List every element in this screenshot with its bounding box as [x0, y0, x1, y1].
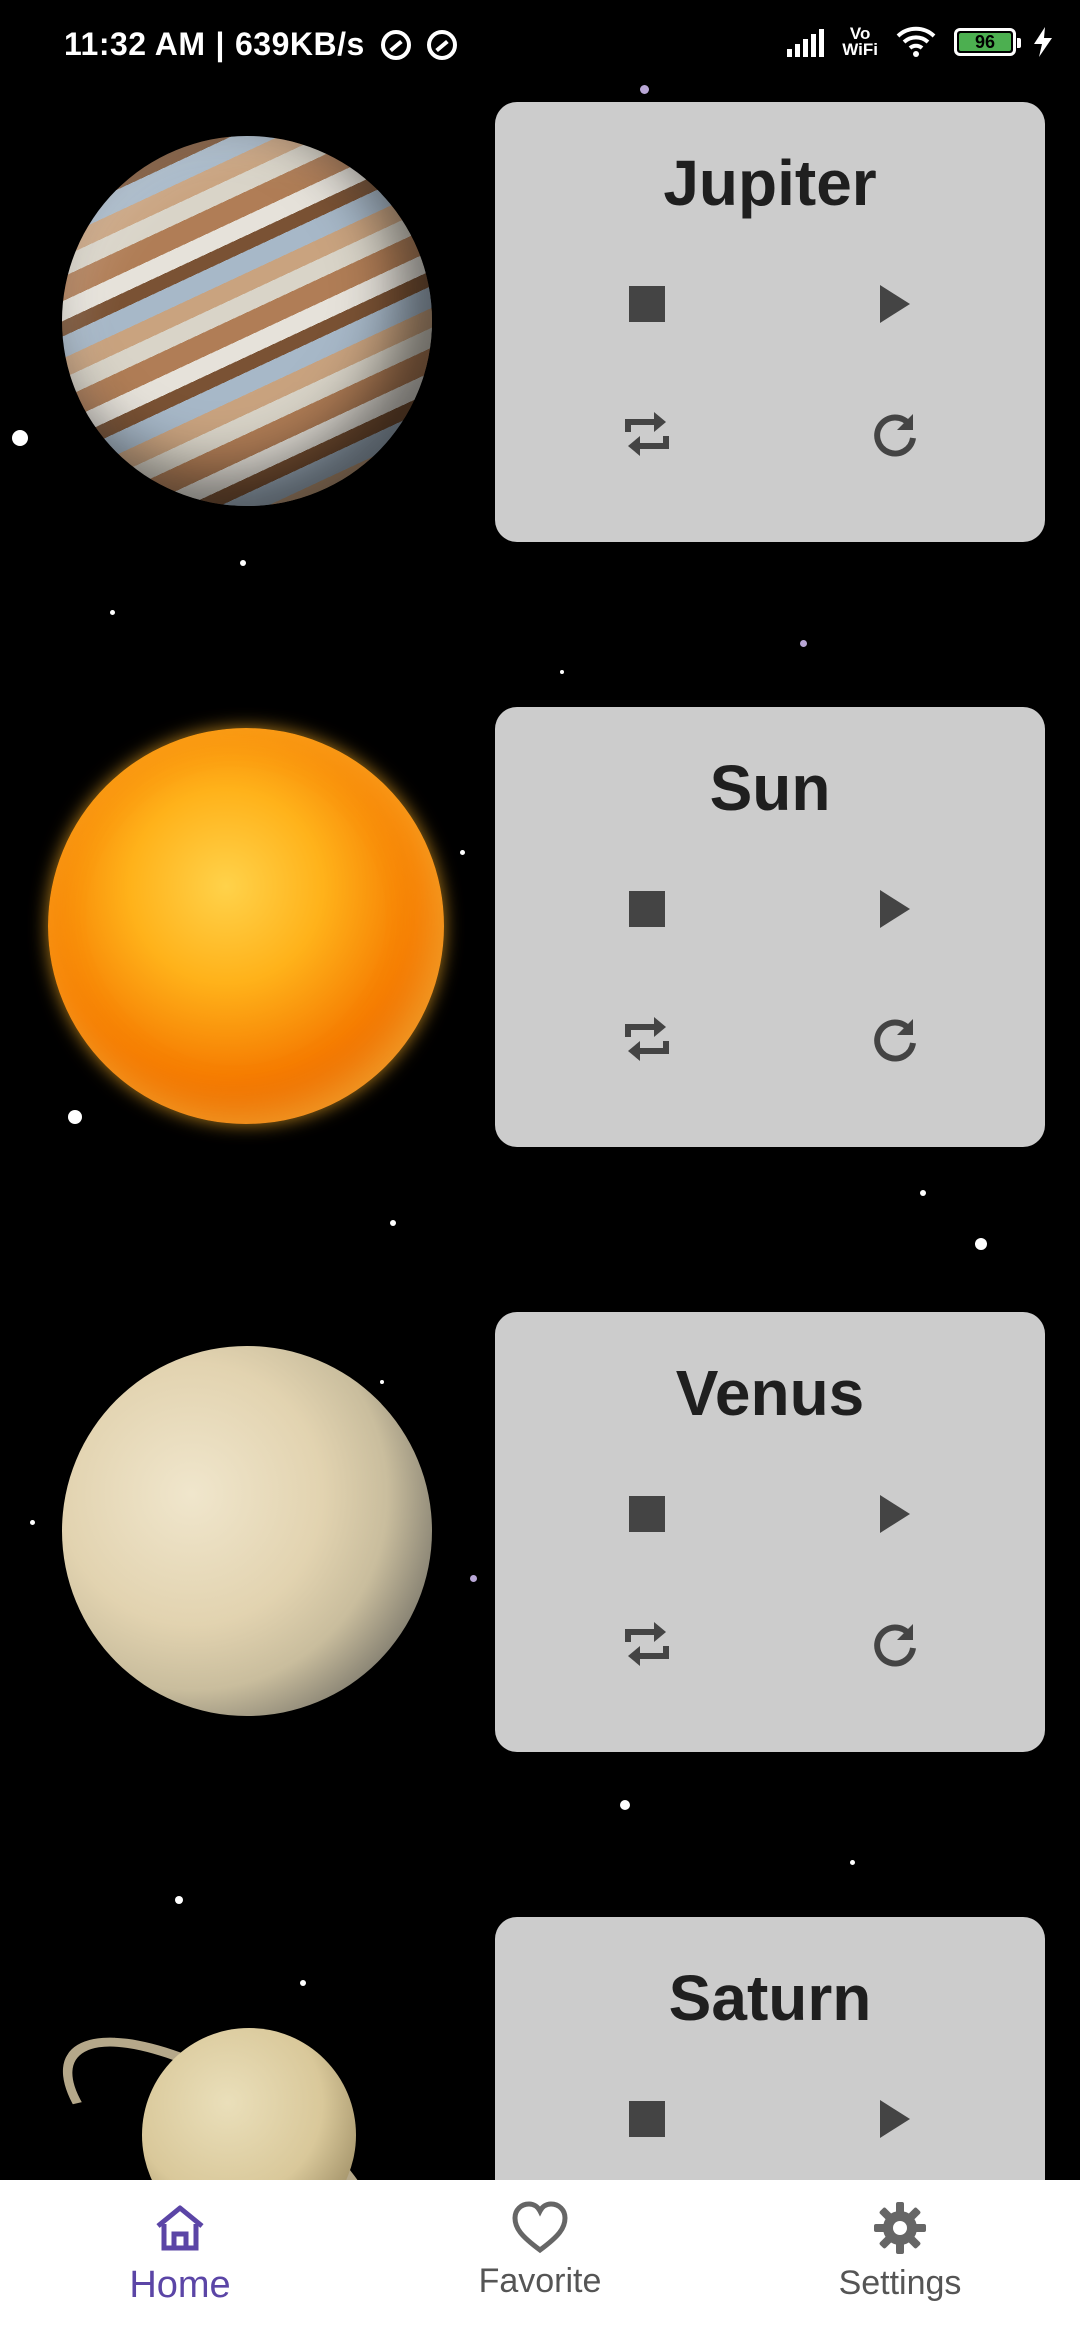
- stop-button[interactable]: [607, 264, 687, 344]
- charging-icon: [1034, 27, 1052, 57]
- planet-title: Jupiter: [663, 147, 877, 219]
- star: [460, 850, 465, 855]
- star: [850, 1860, 855, 1865]
- repeat-icon: [625, 412, 669, 456]
- play-icon: [880, 285, 910, 323]
- vowifi-icon: Vo WiFi: [842, 24, 878, 59]
- nav-settings-label: Settings: [838, 2264, 962, 2302]
- stop-icon: [629, 891, 665, 927]
- planet-card-saturn: Saturn: [495, 1917, 1045, 2180]
- star: [300, 1980, 306, 1986]
- star: [390, 1220, 396, 1226]
- star: [560, 670, 564, 674]
- nav-favorite-label: Favorite: [478, 2262, 602, 2300]
- jupiter-image: [62, 136, 432, 506]
- repeat-button[interactable]: [607, 1604, 687, 1684]
- heart-icon: [512, 2201, 568, 2254]
- star: [68, 1110, 82, 1124]
- replay-icon: [874, 414, 916, 457]
- planet-list[interactable]: Jupiter Sun Venus Saturn: [0, 80, 1080, 2180]
- star: [30, 1520, 35, 1525]
- status-right: Vo WiFi 96: [787, 24, 1052, 59]
- status-left: 11:32 AM | 639KB/s: [64, 26, 457, 63]
- planet-title: Saturn: [668, 1962, 872, 2034]
- planet-card-venus: Venus: [495, 1312, 1045, 1752]
- replay-button[interactable]: [855, 394, 935, 474]
- planet-title: Venus: [675, 1357, 865, 1429]
- star: [620, 1800, 630, 1810]
- star: [920, 1190, 926, 1196]
- repeat-icon: [625, 1622, 669, 1666]
- replay-button[interactable]: [855, 999, 935, 1079]
- replay-icon: [874, 1624, 916, 1667]
- notification-icon-2: [426, 29, 457, 60]
- planet-title: Sun: [709, 752, 831, 824]
- planet-card-sun: Sun: [495, 707, 1045, 1147]
- stop-icon: [629, 286, 665, 322]
- stop-icon: [629, 2101, 665, 2137]
- home-icon: [156, 2205, 204, 2251]
- star: [175, 1896, 183, 1904]
- venus-image: [62, 1346, 432, 1716]
- stop-button[interactable]: [607, 1474, 687, 1554]
- nav-settings[interactable]: Settings: [720, 2180, 1080, 2340]
- star: [12, 430, 28, 446]
- play-icon: [880, 2100, 910, 2138]
- nav-home[interactable]: Home: [0, 2180, 360, 2340]
- play-icon: [880, 1495, 910, 1533]
- bottom-navigation: Home Favorite Settings: [0, 2180, 1080, 2340]
- nav-home-label: Home: [129, 2264, 231, 2306]
- notification-icon: [380, 29, 411, 60]
- network-speed: 639KB/s: [235, 26, 365, 62]
- star: [800, 640, 807, 647]
- wifi-icon: [896, 26, 936, 58]
- play-icon: [880, 890, 910, 928]
- star: [640, 85, 649, 94]
- sun-image: [48, 728, 444, 1124]
- repeat-button[interactable]: [607, 394, 687, 474]
- star: [380, 1380, 384, 1384]
- status-bar: 11:32 AM | 639KB/s Vo WiFi 96: [0, 0, 1080, 80]
- star: [240, 560, 246, 566]
- play-button[interactable]: [855, 1474, 935, 1554]
- star: [110, 610, 115, 615]
- repeat-button[interactable]: [607, 999, 687, 1079]
- play-button[interactable]: [855, 264, 935, 344]
- battery-icon: 96: [954, 28, 1021, 56]
- stop-icon: [629, 1496, 665, 1532]
- play-button[interactable]: [855, 869, 935, 949]
- repeat-icon: [625, 1017, 669, 1061]
- gear-icon: [874, 2202, 926, 2254]
- replay-icon: [874, 1019, 916, 1062]
- status-time: 11:32 AM: [64, 26, 206, 62]
- signal-icon: [787, 27, 825, 57]
- stop-button[interactable]: [607, 869, 687, 949]
- play-button[interactable]: [855, 2079, 935, 2159]
- star: [975, 1238, 987, 1250]
- planet-card-jupiter: Jupiter: [495, 102, 1045, 542]
- battery-level: 96: [959, 33, 1011, 51]
- nav-favorite[interactable]: Favorite: [360, 2180, 720, 2340]
- stop-button[interactable]: [607, 2079, 687, 2159]
- replay-button[interactable]: [855, 1604, 935, 1684]
- star: [470, 1575, 477, 1582]
